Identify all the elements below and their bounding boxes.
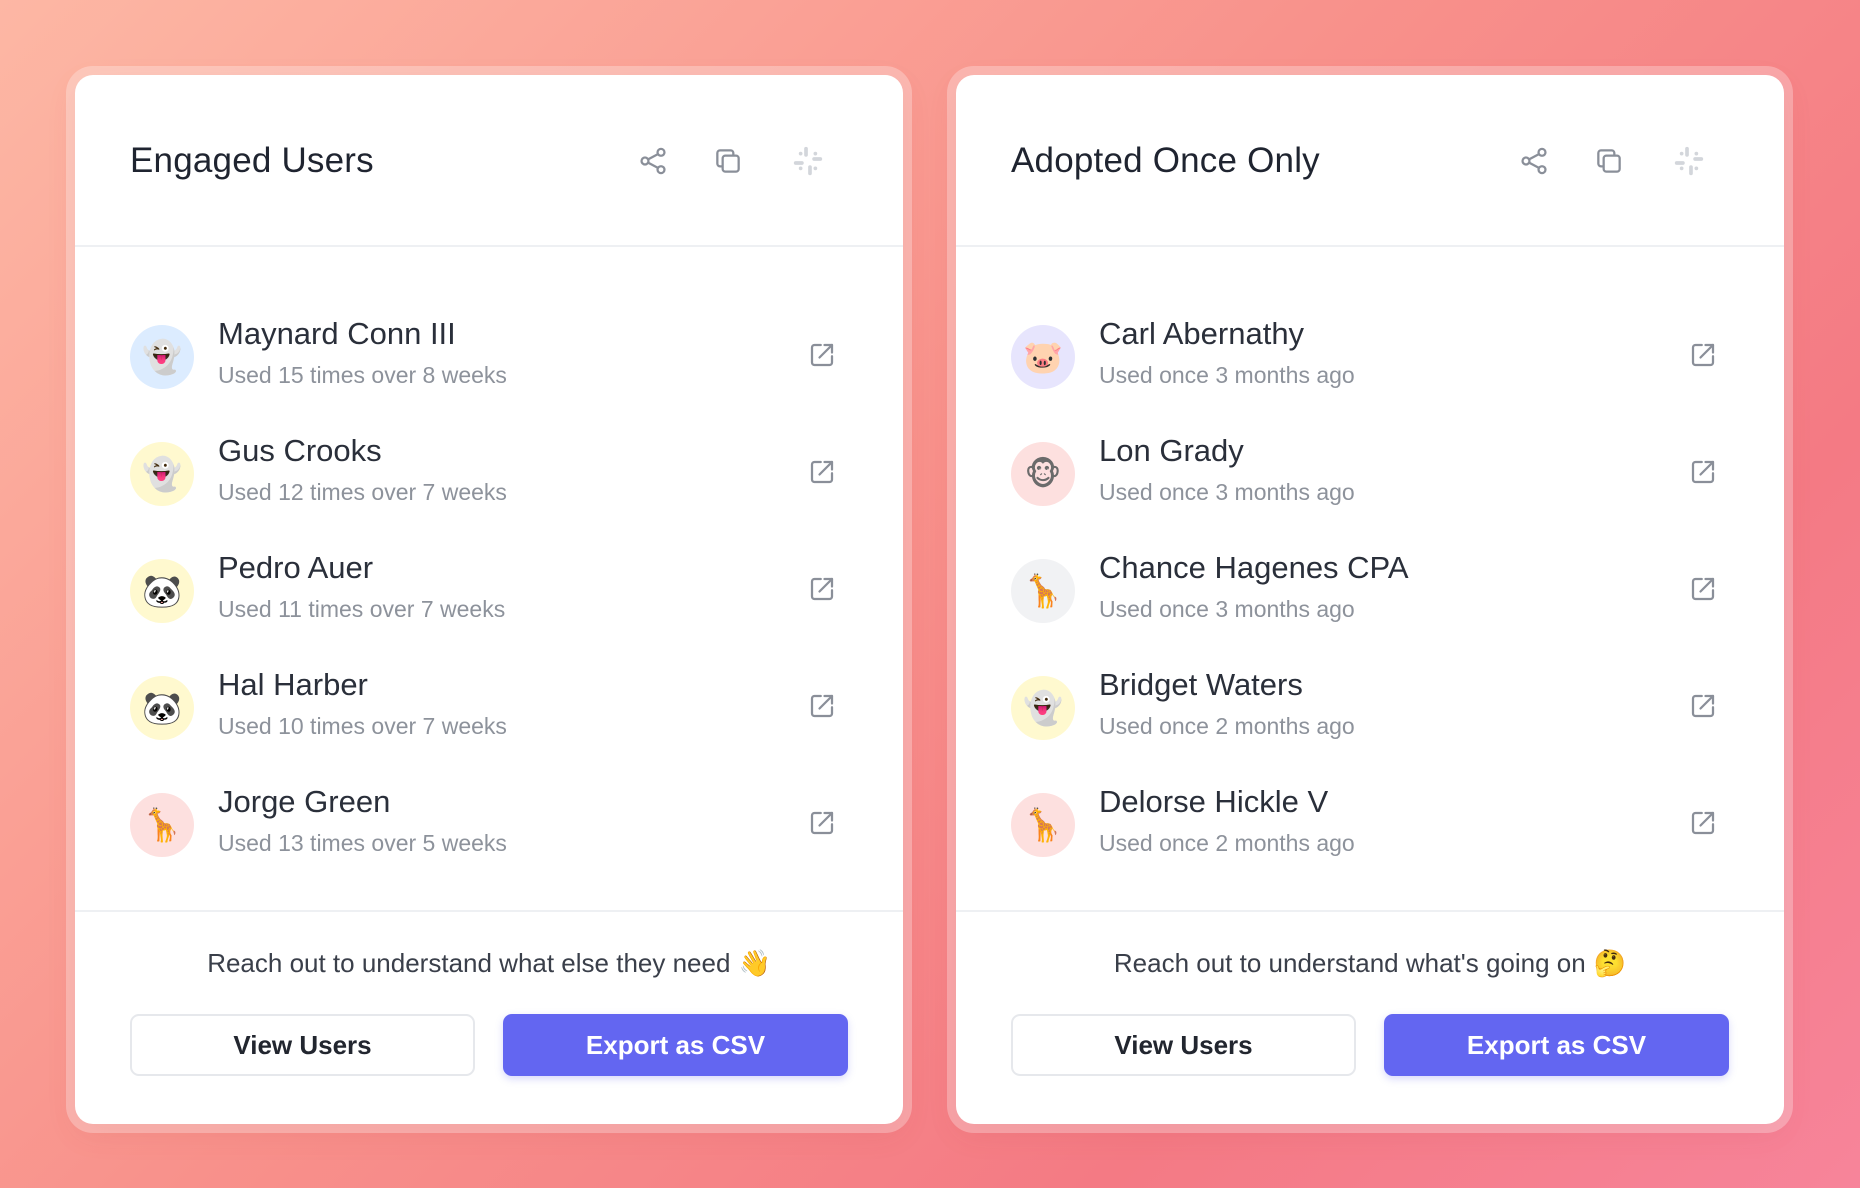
user-name: Jorge Green [218,784,391,819]
avatar: 🐵 [1011,442,1075,506]
footer-note-text: Reach out to understand what's going on [1113,948,1586,978]
copy-icon[interactable] [710,143,746,179]
view-users-button[interactable]: View Users [130,1014,475,1076]
card-header: Adopted Once Only [956,75,1784,247]
card-title: Adopted Once Only [1011,141,1320,180]
list-item[interactable]: 🐷 Carl Abernathy Used once 3 months ago [956,305,1784,405]
external-link-icon[interactable] [805,572,839,606]
external-link-icon[interactable] [1686,806,1720,840]
list-item[interactable]: 🐼 Pedro Auer Used 11 times over 7 weeks [75,539,903,639]
avatar: 🦒 [1011,559,1075,623]
avatar: 🐼 [130,676,194,740]
slack-icon[interactable] [790,143,826,179]
card-footer: Reach out to understand what's going on 🤔… [956,910,1784,1124]
user-usage: Used 10 times over 7 weeks [218,713,507,739]
view-users-button[interactable]: View Users [1011,1014,1356,1076]
user-name: Gus Crooks [218,433,382,468]
slack-icon[interactable] [1671,143,1707,179]
list-item[interactable]: 🦒 Chance Hagenes CPA Used once 3 months … [956,539,1784,639]
avatar: 👻 [130,442,194,506]
card-title: Engaged Users [130,141,374,180]
user-name: Pedro Auer [218,550,374,585]
avatar: 🐷 [1011,325,1075,389]
user-usage: Used once 3 months ago [1099,596,1355,622]
external-link-icon[interactable] [1686,455,1720,489]
external-link-icon[interactable] [805,806,839,840]
avatar: 🦒 [1011,793,1075,857]
user-usage: Used 15 times over 8 weeks [218,362,507,388]
user-usage: Used once 3 months ago [1099,479,1355,505]
engaged-users-card: Engaged Users 👻 Maynard Conn III Used 15… [75,75,903,1124]
external-link-icon[interactable] [805,689,839,723]
external-link-icon[interactable] [1686,689,1720,723]
external-link-icon[interactable] [805,338,839,372]
external-link-icon[interactable] [805,455,839,489]
card-header: Engaged Users [75,75,903,247]
list-item[interactable]: 👻 Bridget Waters Used once 2 months ago [956,656,1784,756]
share-icon[interactable] [635,143,671,179]
list-item[interactable]: 👻 Maynard Conn III Used 15 times over 8 … [75,305,903,405]
export-csv-button[interactable]: Export as CSV [503,1014,848,1076]
list-item[interactable]: 🦒 Delorse Hickle V Used once 2 months ag… [956,773,1784,873]
thinking-face-icon: 🤔 [1593,949,1627,979]
external-link-icon[interactable] [1686,338,1720,372]
list-item[interactable]: 🐵 Lon Grady Used once 3 months ago [956,422,1784,522]
waving-hand-icon: 👋 [738,949,771,979]
user-name: Maynard Conn III [218,316,456,351]
avatar: 🦒 [130,793,194,857]
list-item[interactable]: 🦒 Jorge Green Used 13 times over 5 weeks [75,773,903,873]
user-name: Bridget Waters [1099,667,1303,702]
user-name: Lon Grady [1099,433,1244,468]
user-usage: Used once 2 months ago [1099,830,1355,856]
user-usage: Used 13 times over 5 weeks [218,830,507,856]
user-name: Hal Harber [218,667,368,702]
list-item[interactable]: 🐼 Hal Harber Used 10 times over 7 weeks [75,656,903,756]
footer-note-text: Reach out to understand what else they n… [207,948,731,978]
card-footer: Reach out to understand what else they n… [75,910,903,1124]
footer-note: Reach out to understand what's going on 🤔 [956,948,1784,979]
user-usage: Used 12 times over 7 weeks [218,479,507,505]
user-name: Delorse Hickle V [1099,784,1329,819]
user-usage: Used once 2 months ago [1099,713,1355,739]
list-item[interactable]: 👻 Gus Crooks Used 12 times over 7 weeks [75,422,903,522]
share-icon[interactable] [1516,143,1552,179]
user-usage: Used 11 times over 7 weeks [218,596,506,622]
user-name: Chance Hagenes CPA [1099,550,1409,585]
adopted-once-card: Adopted Once Only 🐷 Carl Abernathy Used … [956,75,1784,1124]
avatar: 👻 [1011,676,1075,740]
footer-note: Reach out to understand what else they n… [75,948,903,979]
user-name: Carl Abernathy [1099,316,1305,351]
user-usage: Used once 3 months ago [1099,362,1355,388]
copy-icon[interactable] [1591,143,1627,179]
avatar: 👻 [130,325,194,389]
avatar: 🐼 [130,559,194,623]
external-link-icon[interactable] [1686,572,1720,606]
export-csv-button[interactable]: Export as CSV [1384,1014,1729,1076]
